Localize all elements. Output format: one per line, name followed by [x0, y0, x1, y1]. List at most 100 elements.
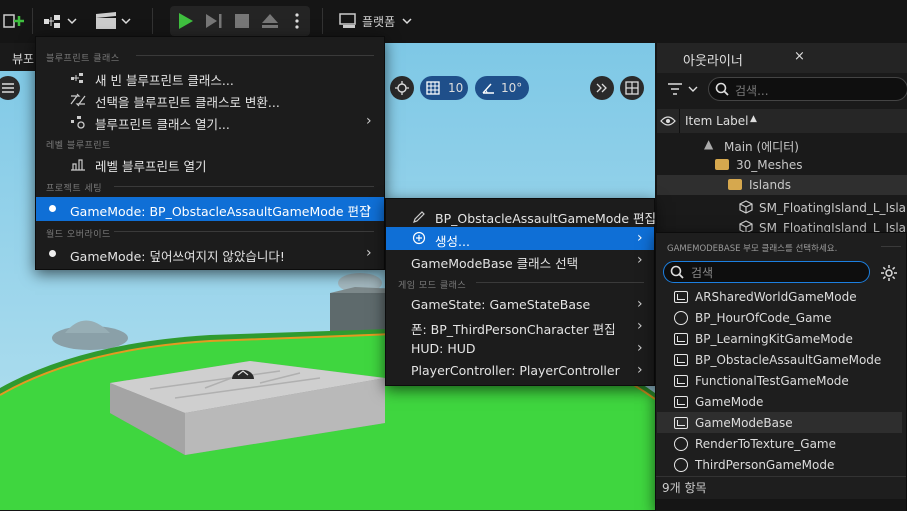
outliner-search-input[interactable]: 검색... — [708, 77, 907, 101]
level-icon: ▲ — [704, 137, 714, 151]
outliner-row-folder[interactable]: 30_Meshes — [657, 155, 907, 175]
folder-icon — [728, 179, 742, 190]
chevron-right-icon: › — [637, 340, 643, 356]
class-list-item[interactable]: GameMode — [657, 391, 902, 412]
player-controller-item[interactable]: PlayerController: PlayerController › — [386, 360, 654, 382]
select-base-class-item[interactable]: GameModeBase 클래스 선택 › — [386, 250, 654, 272]
class-search-input[interactable]: 검색 — [663, 261, 870, 283]
class-list-item[interactable]: BP_HourOfCode_Game — [657, 307, 902, 328]
item-count-label: 9개 항목 — [662, 481, 707, 495]
outliner-tab[interactable]: 아웃라이너 × — [657, 43, 907, 73]
outliner-title: 아웃라이너 — [683, 54, 743, 69]
stop-icon[interactable] — [231, 10, 253, 32]
more-icon[interactable] — [287, 10, 307, 32]
chevron-down-icon[interactable] — [400, 13, 414, 29]
play-controls — [170, 6, 310, 36]
open-level-blueprint-item[interactable]: 레벨 블루프린트 열기 — [36, 153, 384, 175]
eject-icon[interactable] — [259, 10, 281, 32]
outliner-row-mesh[interactable]: SM_FloatingIsland_L_Islar — [657, 198, 907, 218]
class-list-item[interactable]: ARSharedWorldGameMode — [657, 286, 902, 307]
search-icon — [670, 265, 684, 279]
grid-icon — [426, 81, 440, 95]
eye-icon — [660, 116, 676, 126]
close-icon[interactable]: × — [794, 49, 805, 64]
blueprint-class-icon — [674, 332, 688, 345]
class-list: ARSharedWorldGameMode BP_HourOfCode_Game B… — [657, 286, 902, 475]
add-circle-icon — [412, 231, 426, 245]
gamestate-item[interactable]: GameState: GameStateBase › — [386, 294, 654, 316]
pawn-item[interactable]: 폰: BP_ThirdPersonCharacter 편집 › — [386, 316, 654, 338]
class-list-item[interactable]: ThirdPersonGameMode — [657, 454, 902, 475]
chevron-right-icon: › — [637, 362, 643, 378]
chevron-right-icon: › — [366, 113, 372, 129]
chevron-right-icon: › — [637, 252, 643, 268]
section-title: 프로젝트 세팅 — [46, 184, 103, 194]
class-list-item[interactable]: BP_ObstacleAssaultGameMode — [657, 349, 902, 370]
class-circle-icon — [674, 310, 688, 325]
angle-icon — [482, 83, 494, 94]
grid-value: 10 — [448, 81, 464, 95]
layout-icon[interactable] — [620, 76, 644, 100]
folder-icon — [715, 159, 729, 170]
section-title: 레벨 블루프린트 — [46, 141, 111, 151]
blueprint-icon[interactable] — [40, 8, 80, 34]
section-title: 월드 오버라이드 — [46, 230, 111, 240]
play-icon[interactable] — [175, 10, 197, 32]
blueprint-class-icon — [674, 374, 688, 387]
chevron-right-icon: › — [366, 245, 372, 261]
class-list-item-label: GameModeBase — [695, 415, 793, 430]
class-list-item-label: FunctionalTestGameMode — [695, 373, 849, 388]
convert-icon — [70, 93, 86, 107]
outliner-column-header[interactable]: Item Label ▲ — [657, 109, 907, 133]
blueprint-class-icon — [674, 353, 688, 366]
hud-item[interactable]: HUD: HUD › — [386, 338, 654, 360]
sort-ascending-icon[interactable]: ▲ — [750, 114, 757, 124]
outliner-search-placeholder: 검색... — [735, 84, 769, 98]
bullet-icon — [49, 250, 56, 257]
convert-to-blueprint-item[interactable]: 선택을 블루프린트 클래스로 변환... — [36, 89, 384, 111]
add-content-icon[interactable] — [0, 8, 28, 34]
class-list-item[interactable]: RenderToTexture_Game — [657, 433, 902, 454]
viewport-tab-label: 뷰포 — [12, 52, 35, 66]
blueprint-class-icon — [71, 73, 83, 83]
open-blueprint-class-item[interactable]: 블루프린트 클래스 열기... › — [36, 111, 384, 133]
platforms-label: 플랫폼 — [362, 15, 396, 29]
filter-icon[interactable] — [667, 81, 701, 99]
class-list-item-label: GameMode — [695, 394, 764, 409]
blueprint-class-icon — [674, 395, 688, 408]
search-icon — [715, 82, 729, 96]
class-list-item-label: ARSharedWorldGameMode — [695, 289, 857, 304]
settings-gear-icon[interactable] — [880, 264, 898, 282]
outliner-row-main[interactable]: ▲ Main (에디터) — [657, 135, 907, 155]
class-circle-icon — [674, 436, 688, 451]
cinematics-icon[interactable] — [94, 8, 134, 34]
step-icon[interactable] — [203, 10, 225, 32]
class-list-item[interactable]: FunctionalTestGameMode — [657, 370, 902, 391]
chevron-right-icon: › — [637, 318, 643, 334]
gamemode-override-item[interactable]: GameMode: 덮어쓰여지지 않았습니다! › — [36, 243, 384, 265]
class-picker: GAMEMODEBASE 부모 클래스를 선택하세요. 검색 ARSharedW… — [655, 232, 907, 511]
class-picker-title: GAMEMODEBASE 부모 클래스를 선택하세요. — [667, 244, 838, 254]
more-options-icon[interactable] — [590, 76, 614, 100]
pencil-icon — [413, 211, 425, 223]
class-list-item-label: BP_HourOfCode_Game — [695, 310, 832, 325]
surface-snap-icon[interactable] — [390, 76, 414, 100]
edit-gamemode-item[interactable]: BP_ObstacleAssaultGameMode 편집 — [386, 205, 656, 227]
outliner-row-folder[interactable]: Islands — [657, 175, 907, 195]
class-list-item[interactable]: GameModeBase — [657, 412, 902, 433]
create-item[interactable]: 생성... › — [386, 227, 654, 250]
gamemode-edit-item[interactable]: GameMode: BP_ObstacleAssaultGameMode 편집 … — [36, 197, 384, 221]
class-list-item-label: ThirdPersonGameMode — [695, 457, 835, 472]
bullet-icon — [49, 205, 56, 212]
grid-snap-button[interactable]: 10 — [420, 76, 468, 100]
chevron-right-icon: › — [366, 200, 372, 216]
new-blueprint-class-item[interactable]: 새 빈 블루프린트 클래스... — [36, 67, 384, 89]
class-list-item[interactable]: BP_LearningKitGameMode — [657, 328, 902, 349]
column-item-label: Item Label — [685, 114, 749, 128]
open-blueprint-icon — [71, 116, 85, 129]
viewport-tab[interactable]: 뷰포 — [0, 43, 40, 71]
class-circle-icon — [674, 457, 688, 472]
blueprint-class-icon — [674, 290, 688, 303]
rotation-snap-button[interactable]: 10° — [475, 76, 529, 100]
level-blueprint-icon — [71, 159, 85, 171]
